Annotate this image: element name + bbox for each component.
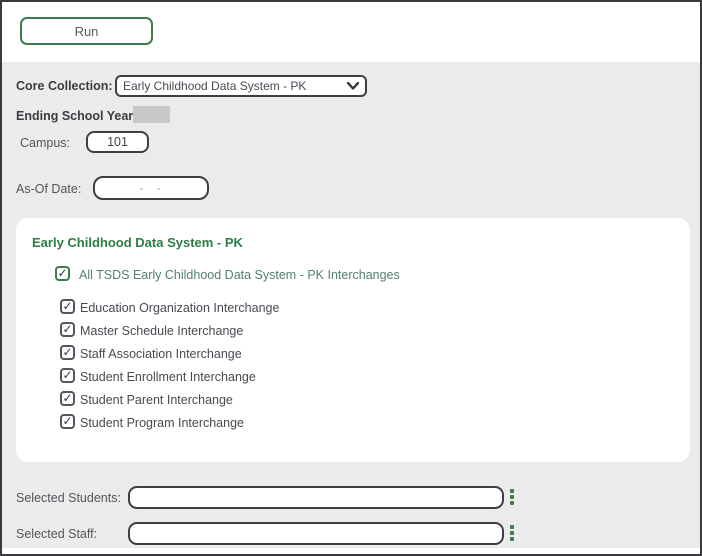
interchange-checkbox[interactable]: ✓ [60, 391, 75, 406]
core-collection-label: Core Collection: [16, 79, 113, 93]
interchange-checkbox[interactable]: ✓ [60, 368, 75, 383]
interchange-label: Master Schedule Interchange [80, 324, 244, 338]
selected-staff-label: Selected Staff: [16, 527, 98, 541]
interchange-label: Student Enrollment Interchange [80, 370, 256, 384]
report-options-page: Run Core Collection: Early Childhood Dat… [0, 0, 702, 556]
campus-input[interactable] [86, 131, 149, 153]
interchange-label: Student Parent Interchange [80, 393, 233, 407]
checkmark-icon: ✓ [62, 367, 73, 382]
interchanges-panel: Early Childhood Data System - PK ✓ All T… [16, 218, 690, 462]
interchange-checkbox[interactable]: ✓ [60, 414, 75, 429]
ending-school-year-label: Ending School Year: [16, 109, 138, 123]
interchange-label: Student Program Interchange [80, 416, 244, 430]
header-strip: Run [2, 2, 700, 62]
as-of-date-input[interactable] [93, 176, 209, 200]
core-collection-select[interactable]: Early Childhood Data System - PK [115, 75, 367, 97]
interchange-checkbox[interactable]: ✓ [60, 299, 75, 314]
vertical-ellipsis-icon[interactable] [510, 525, 516, 541]
all-interchanges-checkbox[interactable]: ✓ [55, 266, 70, 281]
interchange-label: Education Organization Interchange [80, 301, 280, 315]
all-interchanges-label: All TSDS Early Childhood Data System - P… [79, 268, 400, 282]
selected-students-input[interactable] [128, 486, 504, 509]
campus-label: Campus: [20, 136, 71, 150]
bottom-strip [2, 548, 700, 554]
interchange-checkbox[interactable]: ✓ [60, 345, 75, 360]
checkmark-icon: ✓ [62, 344, 73, 359]
panel-heading: Early Childhood Data System - PK [32, 235, 243, 250]
ending-school-year-value [133, 106, 170, 123]
selected-students-label: Selected Students: [16, 491, 121, 505]
checkmark-icon: ✓ [62, 390, 73, 405]
run-button[interactable]: Run [20, 17, 153, 45]
as-of-date-label: As-Of Date: [16, 182, 82, 196]
checkmark-icon: ✓ [62, 413, 73, 428]
vertical-ellipsis-icon[interactable] [510, 489, 516, 505]
core-collection-selected-value: Early Childhood Data System - PK [123, 79, 307, 93]
checkmark-icon: ✓ [62, 321, 73, 336]
selected-staff-input[interactable] [128, 522, 504, 545]
checkmark-icon: ✓ [62, 298, 73, 313]
interchange-label: Staff Association Interchange [80, 347, 242, 361]
checkmark-icon: ✓ [57, 265, 68, 280]
chevron-down-icon [347, 82, 359, 90]
interchange-checkbox[interactable]: ✓ [60, 322, 75, 337]
